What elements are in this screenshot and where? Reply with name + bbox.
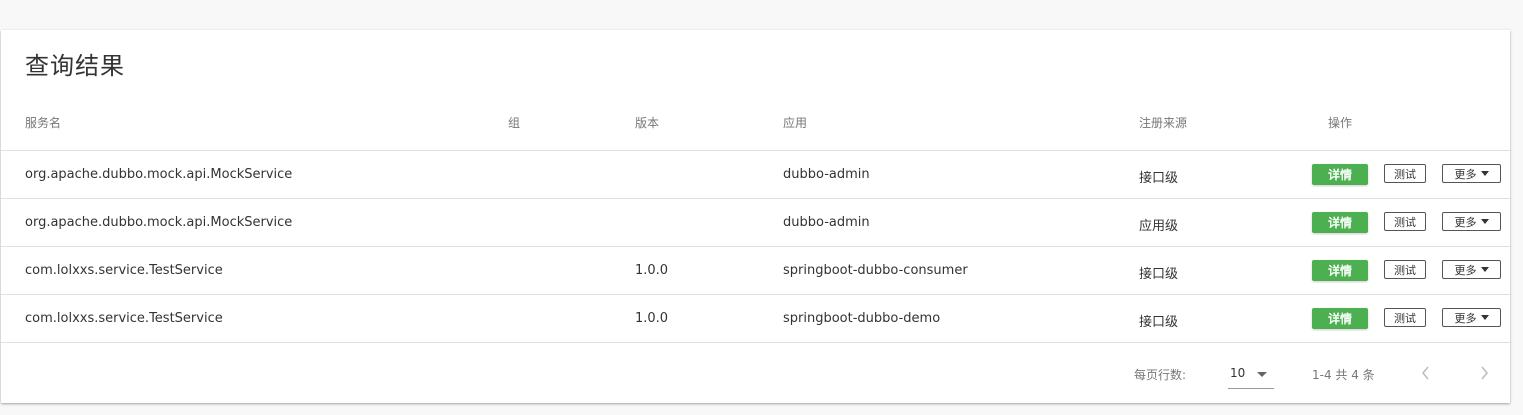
cell-source: 接口级 bbox=[1139, 171, 1179, 186]
more-button-label: 更多 bbox=[1454, 263, 1477, 277]
cell-service: com.lolxxs.service.TestService bbox=[25, 263, 223, 278]
header-source[interactable]: 注册来源 bbox=[1139, 114, 1187, 131]
caret-down-icon bbox=[1480, 171, 1489, 176]
cell-source: 接口级 bbox=[1139, 315, 1179, 330]
detail-button[interactable]: 详情 bbox=[1312, 260, 1368, 281]
more-button[interactable]: 更多 bbox=[1442, 164, 1501, 183]
more-button-label: 更多 bbox=[1454, 167, 1477, 181]
chevron-right-icon bbox=[1481, 366, 1489, 380]
cell-app: springboot-dubbo-demo bbox=[783, 311, 941, 326]
cell-app: springboot-dubbo-consumer bbox=[783, 263, 968, 278]
more-button[interactable]: 更多 bbox=[1442, 212, 1501, 231]
cell-source: 应用级 bbox=[1139, 219, 1179, 234]
cell-app: dubbo-admin bbox=[783, 215, 870, 230]
header-group[interactable]: 组 bbox=[508, 114, 520, 131]
next-page-button[interactable] bbox=[1469, 358, 1499, 388]
header-app[interactable]: 应用 bbox=[783, 114, 807, 131]
caret-down-icon bbox=[1480, 267, 1489, 272]
more-button[interactable]: 更多 bbox=[1442, 308, 1501, 327]
cell-source: 接口级 bbox=[1139, 267, 1179, 282]
header-version[interactable]: 版本 bbox=[635, 114, 659, 131]
pagination: 每页行数: 10 1-4 共 4 条 bbox=[1, 344, 1510, 403]
more-button-label: 更多 bbox=[1454, 311, 1477, 325]
test-button[interactable]: 测试 bbox=[1384, 260, 1426, 279]
table-row: org.apache.dubbo.mock.api.MockService du… bbox=[1, 199, 1510, 247]
cell-service: com.lolxxs.service.TestService bbox=[25, 311, 223, 326]
caret-down-icon bbox=[1480, 315, 1489, 320]
table-row: com.lolxxs.service.TestService 1.0.0 spr… bbox=[1, 247, 1510, 295]
table-row: com.lolxxs.service.TestService 1.0.0 spr… bbox=[1, 295, 1510, 343]
detail-button[interactable]: 详情 bbox=[1312, 212, 1368, 233]
table-row: org.apache.dubbo.mock.api.MockService du… bbox=[1, 151, 1510, 199]
results-card: 查询结果 服务名 组 版本 应用 注册来源 操作 org.apache.dubb… bbox=[1, 30, 1510, 403]
more-button-label: 更多 bbox=[1454, 215, 1477, 229]
cell-app: dubbo-admin bbox=[783, 167, 870, 182]
cell-service: org.apache.dubbo.mock.api.MockService bbox=[25, 215, 293, 230]
more-button[interactable]: 更多 bbox=[1442, 260, 1501, 279]
card-title: 查询结果 bbox=[25, 52, 125, 80]
cell-service: org.apache.dubbo.mock.api.MockService bbox=[25, 167, 293, 182]
test-button[interactable]: 测试 bbox=[1384, 308, 1426, 327]
rows-per-page-label: 每页行数: bbox=[1134, 368, 1187, 382]
table-header: 服务名 组 版本 应用 注册来源 操作 bbox=[1, 104, 1510, 151]
cell-version: 1.0.0 bbox=[635, 263, 669, 278]
caret-down-icon bbox=[1480, 219, 1489, 224]
chevron-left-icon bbox=[1421, 366, 1429, 380]
test-button[interactable]: 测试 bbox=[1384, 212, 1426, 231]
cell-version: 1.0.0 bbox=[635, 311, 669, 326]
header-service[interactable]: 服务名 bbox=[25, 114, 61, 131]
test-button[interactable]: 测试 bbox=[1384, 164, 1426, 183]
detail-button[interactable]: 详情 bbox=[1312, 308, 1368, 329]
header-actions: 操作 bbox=[1328, 116, 1353, 130]
prev-page-button[interactable] bbox=[1411, 358, 1441, 388]
caret-down-icon bbox=[1257, 372, 1267, 377]
rows-per-page-value: 10 bbox=[1230, 366, 1246, 380]
page-range-text: 1-4 共 4 条 bbox=[1312, 368, 1375, 382]
rows-per-page-select[interactable]: 10 bbox=[1228, 360, 1274, 389]
detail-button[interactable]: 详情 bbox=[1312, 164, 1368, 185]
